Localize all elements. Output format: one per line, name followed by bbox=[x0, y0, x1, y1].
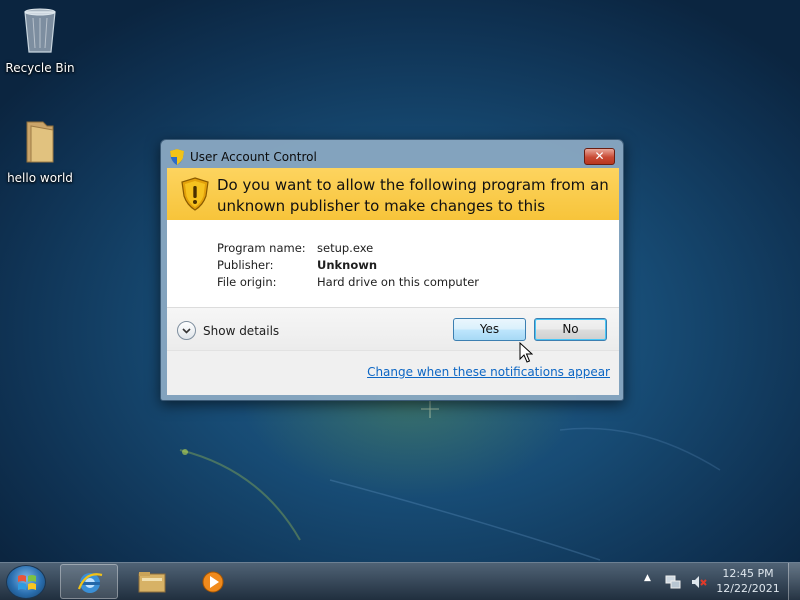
internet-explorer-icon bbox=[77, 573, 103, 593]
system-clock[interactable]: 12:45 PM 12/22/2021 bbox=[712, 566, 784, 596]
volume-muted-icon[interactable] bbox=[690, 573, 708, 594]
mouse-cursor-icon bbox=[519, 341, 534, 367]
desktop-icon-hello-world[interactable]: hello world bbox=[0, 120, 80, 185]
folder-icon bbox=[138, 572, 166, 593]
publisher-value: Unknown bbox=[317, 258, 378, 272]
program-info-panel: Program name: setup.exe Publisher: Unkno… bbox=[167, 220, 619, 307]
no-button[interactable]: No bbox=[534, 318, 607, 341]
folder-icon bbox=[0, 120, 80, 167]
taskbar: ▲ 12:45 PM 12/22/2021 bbox=[0, 562, 800, 600]
warning-shield-icon bbox=[181, 177, 209, 214]
show-details-label: Show details bbox=[203, 324, 280, 338]
warning-banner: Do you want to allow the following progr… bbox=[167, 168, 619, 236]
dialog-footer: Change when these notifications appear bbox=[167, 350, 619, 395]
desktop-icon-recycle-bin[interactable]: Recycle Bin bbox=[0, 8, 80, 75]
uac-shield-icon bbox=[170, 149, 184, 168]
taskbar-internet-explorer[interactable] bbox=[60, 564, 118, 599]
recycle-bin-icon bbox=[0, 8, 80, 57]
media-player-icon bbox=[202, 571, 224, 593]
windows-logo-icon bbox=[18, 575, 36, 590]
close-button[interactable]: ✕ bbox=[584, 148, 615, 165]
dialog-title: User Account Control bbox=[190, 150, 317, 164]
file-origin-label: File origin: bbox=[217, 275, 277, 289]
dialog-titlebar[interactable]: User Account Control ✕ bbox=[161, 140, 623, 168]
program-name-value: setup.exe bbox=[317, 241, 374, 255]
file-origin-value: Hard drive on this computer bbox=[317, 275, 480, 289]
chevron-down-icon bbox=[177, 321, 196, 340]
clock-date: 12/22/2021 bbox=[716, 582, 780, 595]
hello-world-label: hello world bbox=[7, 171, 73, 185]
taskbar-windows-explorer[interactable] bbox=[122, 564, 180, 599]
recycle-bin-label: Recycle Bin bbox=[5, 61, 75, 75]
uac-dialog: User Account Control ✕ Do you want to al… bbox=[160, 139, 624, 401]
show-hidden-icons-button[interactable]: ▲ bbox=[644, 573, 651, 583]
clock-time: 12:45 PM bbox=[722, 567, 774, 580]
dialog-actions: Show details Yes No bbox=[167, 307, 619, 350]
show-desktop-button[interactable] bbox=[788, 563, 800, 600]
start-button[interactable] bbox=[6, 565, 46, 599]
close-icon: ✕ bbox=[594, 149, 605, 163]
publisher-label: Publisher: bbox=[217, 258, 274, 272]
program-name-label: Program name: bbox=[217, 241, 306, 255]
network-icon[interactable] bbox=[664, 573, 682, 594]
change-notifications-link[interactable]: Change when these notifications appear bbox=[367, 365, 610, 379]
taskbar-media-player[interactable] bbox=[184, 564, 242, 599]
yes-button[interactable]: Yes bbox=[453, 318, 526, 341]
